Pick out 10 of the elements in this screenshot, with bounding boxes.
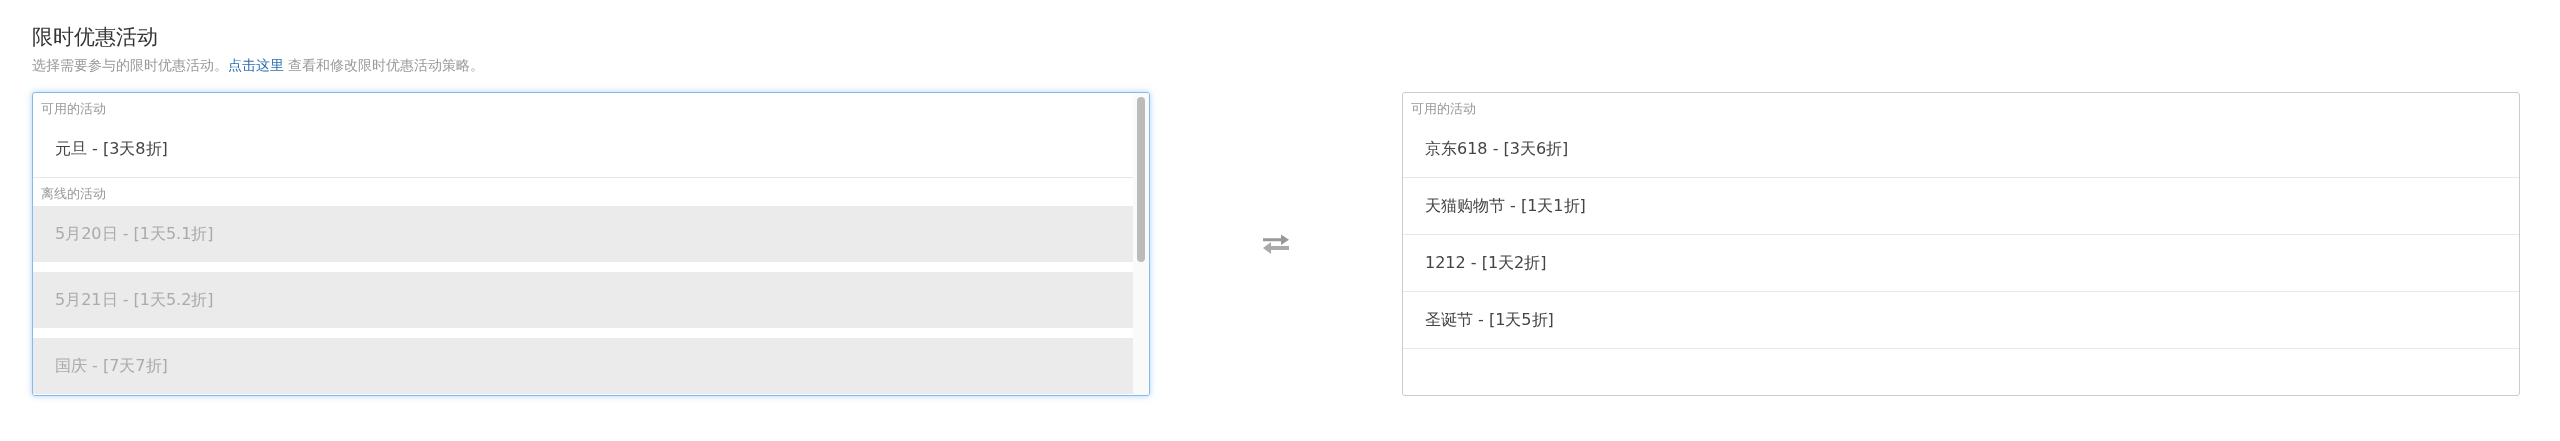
activity-list[interactable]: 可用的活动 京东618 - [3天6折] 天猫购物节 - [1天1折] 1212 - [1天2折] 圣诞节 - [1天5折] (1402, 92, 2520, 396)
scrollbar-thumb[interactable] (1137, 97, 1145, 262)
policy-link[interactable]: 点击这里 (228, 57, 284, 73)
activity-option[interactable]: 元旦 - [3天8折] (33, 121, 1133, 178)
group-label: 可用的活动 (40, 100, 107, 118)
section-description: 选择需要参与的限时优惠活动。点击这里 查看和修改限时优惠活动策略。 (32, 56, 486, 75)
section-title: 限时优惠活动 (32, 24, 159, 51)
group-label: 离线的活动 (40, 185, 107, 203)
swap-icon[interactable] (1261, 233, 1291, 255)
group-label: 可用的活动 (1410, 100, 1477, 118)
